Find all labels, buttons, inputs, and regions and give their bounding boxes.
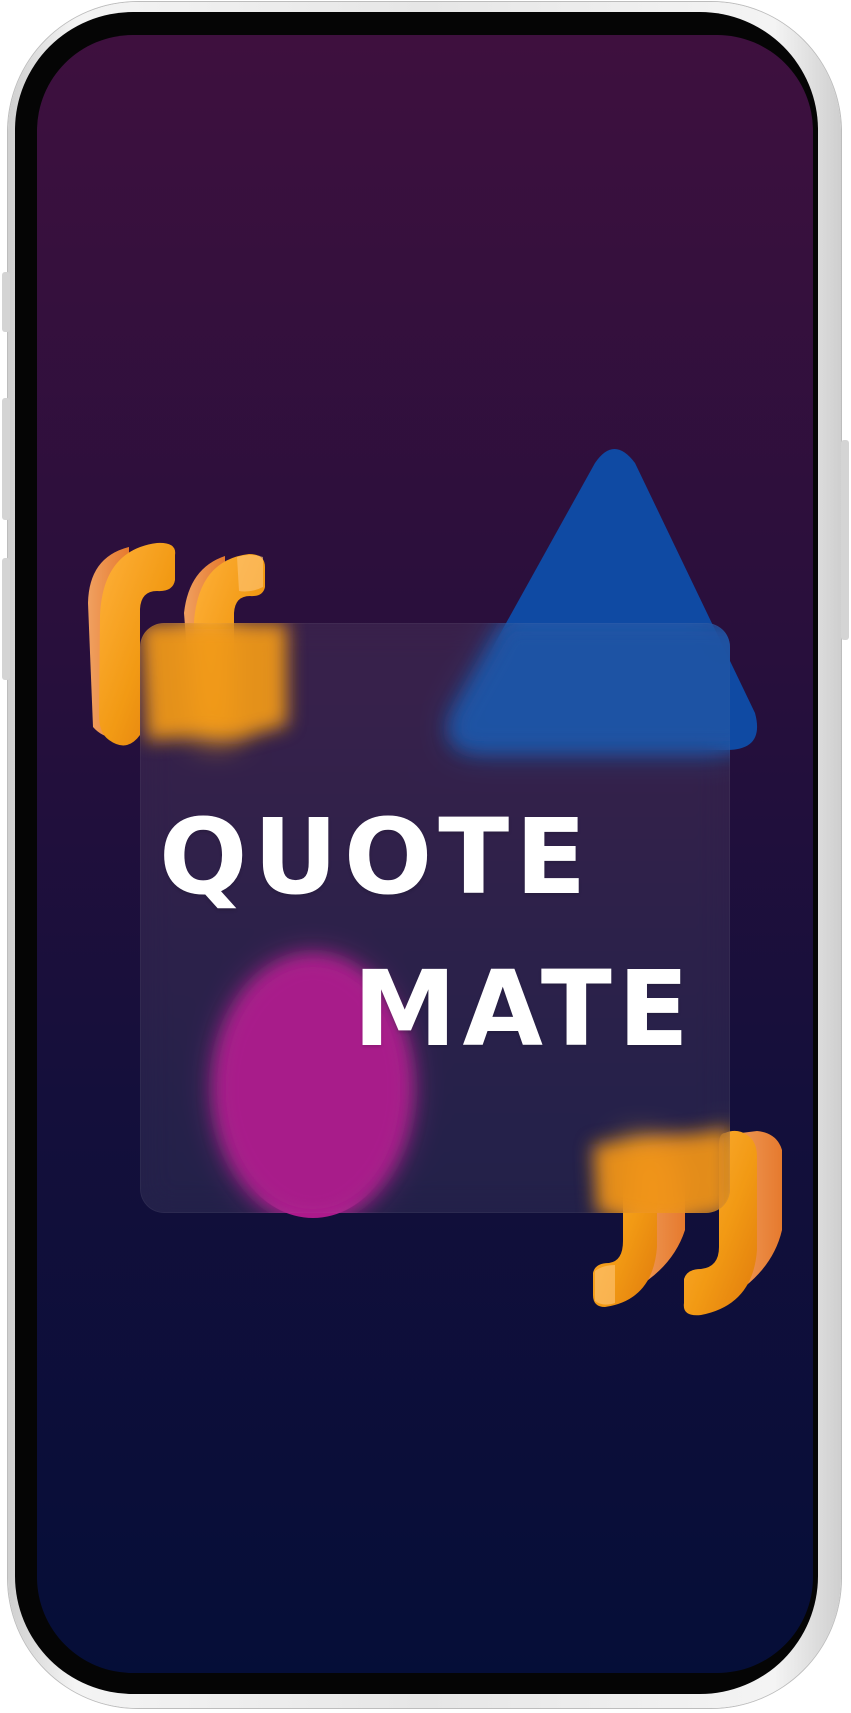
app-title-mate: MATE [353, 948, 695, 1070]
splash-screen: QUOTE MATE [37, 35, 813, 1673]
phone-side-button-power [841, 440, 849, 640]
phone-side-button-volume-down [2, 558, 10, 680]
phone-side-button-silent [2, 272, 10, 332]
glass-card [140, 623, 730, 1213]
app-title-quote: QUOTE [159, 796, 593, 918]
phone-side-button-volume-up [2, 398, 10, 520]
